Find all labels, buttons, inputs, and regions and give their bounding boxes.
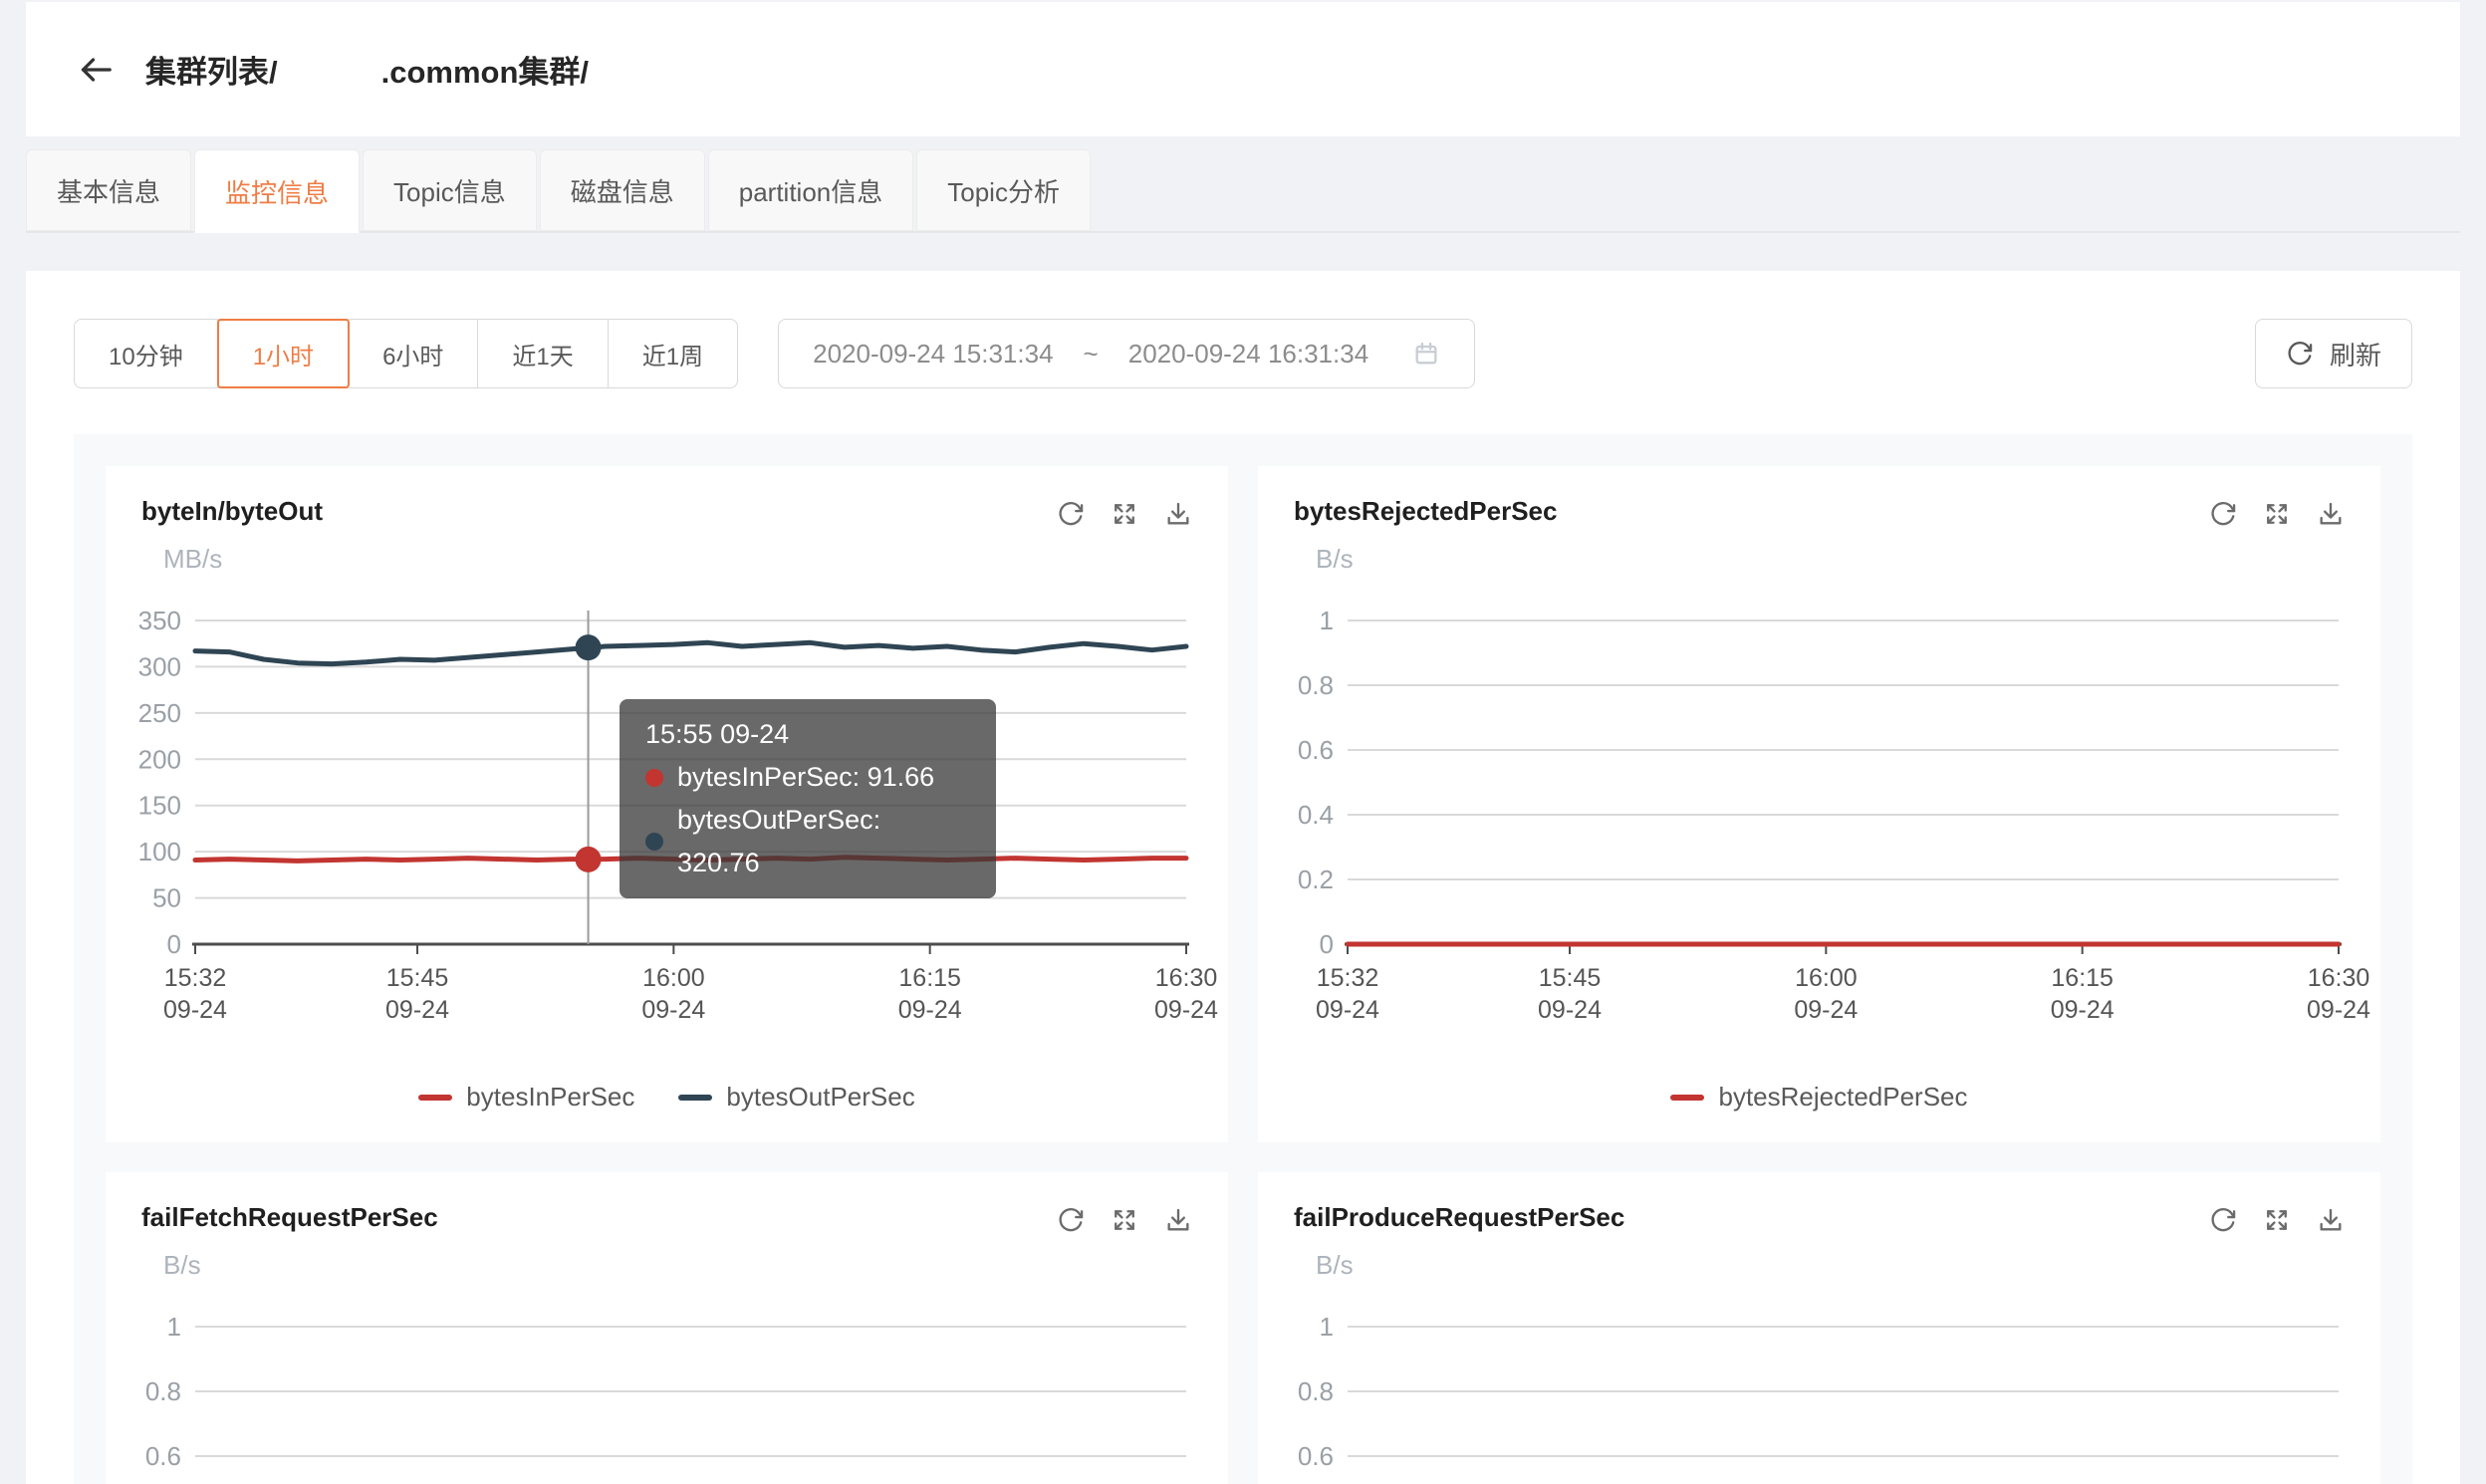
legend-dash: [418, 1095, 452, 1101]
svg-text:16:00: 16:00: [642, 964, 705, 992]
chart-card-fail-fetch: failFetchRequestPerSec B/s 00.20.40.60.8…: [106, 1172, 1228, 1484]
svg-text:09-24: 09-24: [2051, 996, 2114, 1024]
svg-text:200: 200: [138, 744, 181, 774]
svg-text:1: 1: [167, 1312, 181, 1342]
chart-card-fail-produce: failProduceRequestPerSec B/s 00.20.40.60…: [1258, 1172, 2380, 1484]
controls-row: 10分钟 1小时 6小时 近1天 近1周 2020-09-24 15:31:34…: [26, 271, 2460, 388]
chart-tooltip: 15:55 09-24 bytesInPerSec: 91.66 bytesOu…: [620, 699, 996, 898]
svg-text:0: 0: [167, 929, 181, 959]
chart-card-bytes-rejected: bytesRejectedPerSec B/s 00.20.40.60.8115…: [1258, 466, 2380, 1142]
tooltip-bytesin-value: bytesInPerSec: 91.66: [677, 756, 934, 799]
date-range-separator: ~: [1084, 339, 1099, 370]
tooltip-series-dot-red: [645, 769, 663, 787]
tab-partition-info[interactable]: partition信息: [708, 149, 914, 231]
tab-disk-info[interactable]: 磁盘信息: [540, 149, 705, 231]
svg-text:09-24: 09-24: [641, 996, 705, 1024]
breadcrumb-cluster-name: .common集群/: [381, 47, 589, 92]
chart-plot[interactable]: 00.20.40.60.8115:3209-2415:4509-2416:000…: [106, 1172, 1228, 1484]
tooltip-series-dot-navy: [645, 833, 663, 851]
svg-text:15:32: 15:32: [1317, 964, 1379, 992]
legend-item-bytesRejectedPerSec[interactable]: bytesRejectedPerSec: [1670, 1082, 1967, 1113]
svg-text:15:45: 15:45: [1539, 964, 1602, 992]
svg-text:16:30: 16:30: [2308, 964, 2370, 992]
chart-legend: bytesInPerSec bytesOutPerSec: [106, 1082, 1228, 1113]
time-range-6hour[interactable]: 6小时: [349, 320, 478, 387]
svg-text:350: 350: [138, 606, 181, 635]
svg-text:0.4: 0.4: [1298, 800, 1334, 830]
svg-text:16:15: 16:15: [2051, 964, 2113, 992]
refresh-label: 刷新: [2330, 336, 2381, 372]
svg-text:09-24: 09-24: [385, 996, 449, 1024]
tooltip-time: 15:55 09-24: [645, 713, 970, 756]
charts-container: byteIn/byteOut MB/s 05010015020025030035…: [74, 434, 2412, 1484]
tab-topic-info[interactable]: Topic信息: [363, 149, 537, 231]
svg-text:09-24: 09-24: [1538, 996, 1602, 1024]
svg-text:0.6: 0.6: [1298, 735, 1334, 765]
chart-legend: bytesRejectedPerSec: [1258, 1082, 2380, 1113]
svg-text:16:15: 16:15: [898, 964, 961, 992]
svg-text:150: 150: [138, 791, 181, 821]
monitor-panel: 10分钟 1小时 6小时 近1天 近1周 2020-09-24 15:31:34…: [26, 271, 2460, 1484]
top-header: 集群列表/ .common集群/: [26, 2, 2460, 136]
time-range-group: 10分钟 1小时 6小时 近1天 近1周: [74, 319, 738, 388]
date-range-start[interactable]: 2020-09-24 15:31:34: [813, 339, 1053, 370]
svg-text:0.2: 0.2: [1298, 865, 1334, 894]
chart-card-bytein-byteout: byteIn/byteOut MB/s 05010015020025030035…: [106, 466, 1228, 1142]
legend-dash: [1670, 1095, 1704, 1101]
time-range-10min[interactable]: 10分钟: [75, 320, 218, 387]
time-range-1hour[interactable]: 1小时: [217, 319, 350, 388]
svg-text:0.8: 0.8: [1298, 1376, 1334, 1406]
svg-text:09-24: 09-24: [898, 996, 962, 1024]
legend-dash: [678, 1095, 712, 1101]
breadcrumb-cluster-list[interactable]: 集群列表/: [145, 47, 278, 92]
date-range-picker[interactable]: 2020-09-24 15:31:34 ~ 2020-09-24 16:31:3…: [778, 319, 1475, 388]
svg-text:09-24: 09-24: [1794, 996, 1858, 1024]
time-range-1week[interactable]: 近1周: [609, 320, 737, 387]
svg-text:0.8: 0.8: [1298, 670, 1334, 700]
svg-text:0: 0: [1320, 929, 1334, 959]
refresh-button[interactable]: 刷新: [2255, 319, 2412, 388]
svg-text:250: 250: [138, 698, 181, 728]
svg-text:09-24: 09-24: [1154, 996, 1218, 1024]
time-range-1day[interactable]: 近1天: [478, 320, 608, 387]
chart-plot[interactable]: 00.20.40.60.8115:3209-2415:4509-2416:000…: [1258, 1172, 2380, 1484]
date-range-end[interactable]: 2020-09-24 16:31:34: [1128, 339, 1368, 370]
svg-text:09-24: 09-24: [2307, 996, 2370, 1024]
tooltip-bytesout-value: bytesOutPerSec: 320.76: [677, 799, 970, 884]
chart-plot[interactable]: 0 0.2 0.4 0.6 0.8 1 15:32 09-24 15:45 09-24 16:00 0…: [1258, 466, 2380, 1142]
breadcrumb: 集群列表/ .common集群/: [145, 47, 589, 92]
tab-monitor-info[interactable]: 监控信息: [194, 149, 360, 233]
tab-topic-analysis[interactable]: Topic分析: [916, 149, 1091, 231]
tab-basic-info[interactable]: 基本信息: [26, 149, 191, 231]
refresh-icon: [2286, 340, 2314, 368]
svg-text:16:00: 16:00: [1795, 964, 1858, 992]
svg-text:16:30: 16:30: [1155, 964, 1218, 992]
svg-text:1: 1: [1320, 606, 1334, 635]
svg-text:15:45: 15:45: [386, 964, 449, 992]
back-arrow-icon[interactable]: [74, 48, 118, 92]
svg-text:15:32: 15:32: [164, 964, 227, 992]
calendar-icon: [1412, 340, 1440, 368]
svg-text:1: 1: [1320, 1312, 1334, 1342]
svg-text:0.6: 0.6: [145, 1441, 181, 1471]
svg-text:50: 50: [152, 883, 181, 913]
tab-bar: 基本信息 监控信息 Topic信息 磁盘信息 partition信息 Topic…: [26, 149, 2460, 233]
legend-item-bytesOutPerSec[interactable]: bytesOutPerSec: [678, 1082, 914, 1113]
svg-text:09-24: 09-24: [1316, 996, 1379, 1024]
svg-text:300: 300: [138, 651, 181, 681]
svg-text:09-24: 09-24: [163, 996, 227, 1024]
legend-item-bytesInPerSec[interactable]: bytesInPerSec: [418, 1082, 634, 1113]
svg-text:0.8: 0.8: [145, 1376, 181, 1406]
svg-text:100: 100: [138, 837, 181, 866]
svg-text:0.6: 0.6: [1298, 1441, 1334, 1471]
